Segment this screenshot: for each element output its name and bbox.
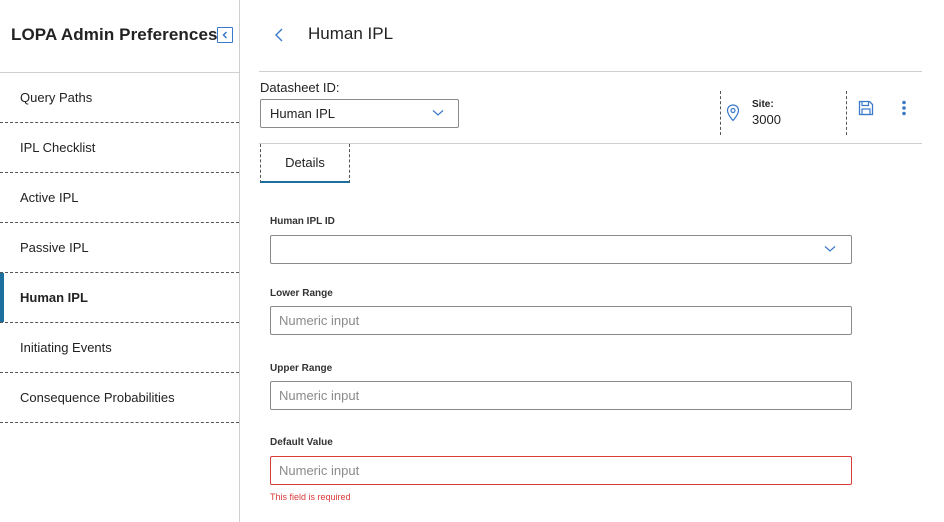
site-value: 3000: [752, 112, 781, 127]
page-title: Human IPL: [308, 24, 394, 43]
default-value-error: This field is required: [270, 492, 351, 502]
tab-details[interactable]: Details: [260, 144, 350, 183]
datasheet-select[interactable]: Human IPL: [260, 99, 459, 128]
sidebar-item-human-ipl[interactable]: Human IPL: [0, 273, 239, 323]
save-icon[interactable]: [858, 100, 874, 116]
sidebar-item-passive-ipl[interactable]: Passive IPL: [0, 223, 239, 273]
site-label: Site:: [752, 99, 774, 110]
lower-range-input[interactable]: [270, 306, 852, 335]
app-title: LOPA Admin Preferences: [11, 25, 218, 44]
sidebar-nav: Query Paths IPL Checklist Active IPL Pas…: [0, 72, 239, 423]
lower-range-label: Lower Range: [270, 288, 333, 299]
sidebar-item-active-ipl[interactable]: Active IPL: [0, 173, 239, 223]
toolbar-divider: [259, 143, 922, 144]
chevron-down-icon: [432, 110, 444, 116]
collapse-sidebar-icon[interactable]: [217, 27, 233, 43]
sidebar: LOPA Admin Preferences Query Paths IPL C…: [0, 0, 240, 522]
default-value-label: Default Value: [270, 437, 333, 448]
datasheet-label: Datasheet ID:: [260, 80, 340, 95]
chevron-left-icon[interactable]: [270, 26, 288, 44]
sidebar-item-ipl-checklist[interactable]: IPL Checklist: [0, 123, 239, 173]
location-pin-icon: [726, 104, 740, 122]
divider: [846, 91, 847, 135]
more-vertical-icon[interactable]: [900, 100, 908, 116]
datasheet-selected-value: Human IPL: [270, 106, 336, 121]
human-ipl-id-select[interactable]: [270, 235, 852, 264]
sidebar-item-consequence-probabilities[interactable]: Consequence Probabilities: [0, 373, 239, 423]
header-divider: [259, 71, 922, 72]
sidebar-item-query-paths[interactable]: Query Paths: [0, 73, 239, 123]
upper-range-label: Upper Range: [270, 363, 333, 374]
human-ipl-id-label: Human IPL ID: [270, 216, 335, 227]
chevron-down-icon: [824, 246, 836, 252]
sidebar-header: LOPA Admin Preferences: [0, 0, 240, 72]
upper-range-input[interactable]: [270, 381, 852, 410]
sidebar-item-initiating-events[interactable]: Initiating Events: [0, 323, 239, 373]
default-value-input[interactable]: [270, 456, 852, 485]
divider: [720, 91, 721, 135]
